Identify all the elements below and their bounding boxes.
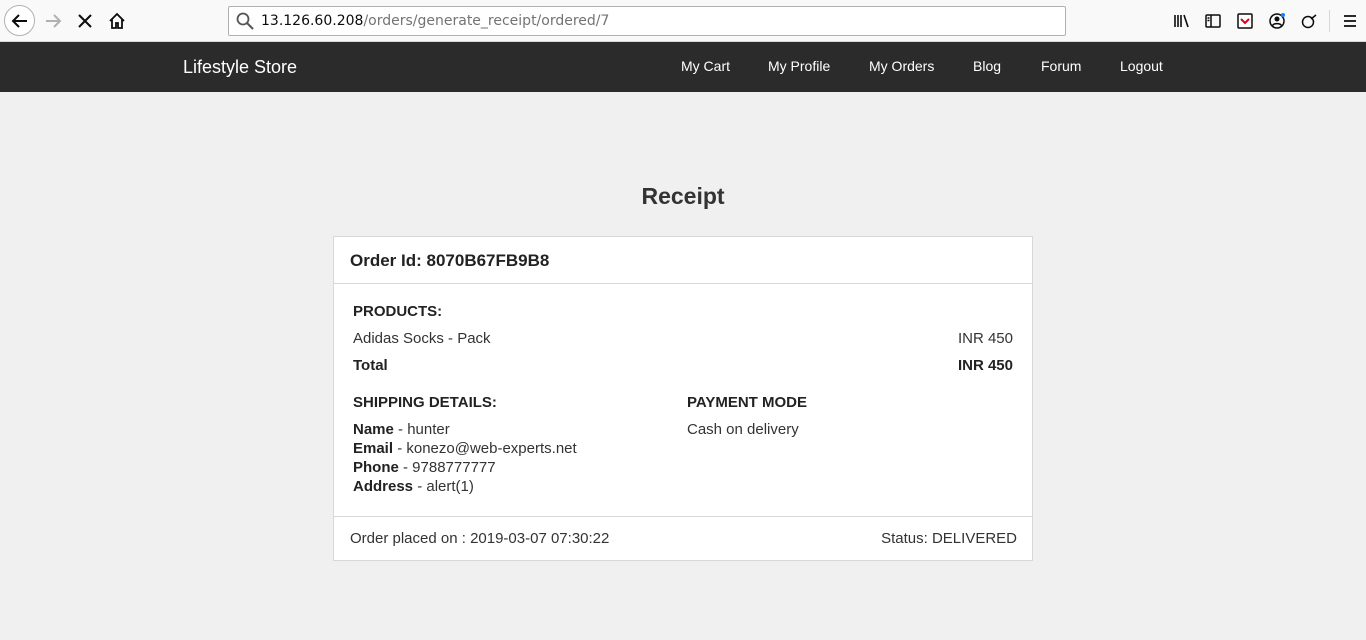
product-name: Adidas Socks - Pack (353, 330, 491, 347)
shipping-address: Address - alert(1) (353, 478, 474, 495)
payment-heading: PAYMENT MODE (687, 394, 808, 411)
total-label: Total (353, 357, 388, 374)
account-icon[interactable] (1261, 5, 1293, 37)
shipping-heading: SHIPPING DETAILS: (353, 394, 497, 411)
menu-icon[interactable] (1334, 5, 1366, 37)
url-text: 13.126.60.208/orders/generate_receipt/or… (261, 13, 609, 29)
brand-link[interactable]: Lifestyle Store (183, 57, 297, 78)
browser-toolbar: 13.126.60.208/orders/generate_receipt/or… (0, 0, 1366, 42)
arrow-left-icon (11, 13, 27, 28)
search-icon (229, 12, 261, 30)
pocket-icon[interactable] (1229, 5, 1261, 37)
total-value: INR 450 (957, 357, 1013, 374)
shipping-email-value: - konezo@web-experts.net (393, 440, 577, 457)
shipping-phone-value: - 9788777777 (398, 459, 496, 476)
url-path: /orders/generate_receipt/ordered/7 (363, 13, 610, 29)
nav-blog[interactable]: Blog (973, 58, 1001, 74)
shipping-email: Email - konezo@web-experts.net (353, 440, 577, 457)
sidebar-icon[interactable] (1197, 5, 1229, 37)
page-title: Receipt (641, 183, 725, 209)
order-placed-date: Order placed on : 2019-03-07 07:30:22 (350, 530, 610, 547)
back-button[interactable] (4, 5, 35, 36)
arrow-right-icon (46, 14, 62, 28)
receipt-header: Order Id: 8070B67FB9B8 (334, 237, 1032, 284)
shipping-address-label: Address (353, 478, 414, 495)
nav-my-orders[interactable]: My Orders (869, 58, 934, 74)
receipt-footer: Order placed on : 2019-03-07 07:30:22 St… (334, 516, 1032, 560)
library-icon[interactable] (1165, 5, 1197, 37)
shipping-name: Name - hunter (353, 421, 450, 438)
products-heading: PRODUCTS: (353, 303, 443, 320)
forward-button[interactable] (37, 5, 69, 37)
stop-button[interactable] (69, 5, 101, 37)
nav-my-profile[interactable]: My Profile (768, 58, 830, 74)
nav-my-cart[interactable]: My Cart (681, 58, 730, 74)
status-badge: Status: DELIVERED (881, 530, 1017, 547)
shipping-phone: Phone - 9788777777 (353, 459, 496, 476)
close-icon (78, 14, 92, 28)
extension-icon[interactable] (1293, 5, 1325, 37)
toolbar-icons (1165, 5, 1366, 37)
site-navbar: Lifestyle Store My Cart My Profile My Or… (0, 42, 1366, 92)
home-icon (109, 12, 125, 29)
shipping-phone-label: Phone (353, 459, 399, 476)
nav-forum[interactable]: Forum (1041, 58, 1081, 74)
shipping-name-value: - hunter (393, 421, 450, 438)
product-price: INR 450 (957, 330, 1013, 347)
shipping-address-value: - alert(1) (413, 478, 474, 495)
home-button[interactable] (101, 5, 133, 37)
toolbar-divider (1329, 10, 1330, 32)
url-host: 13.126.60.208 (261, 13, 364, 29)
shipping-email-label: Email (353, 440, 394, 457)
receipt-card: Order Id: 8070B67FB9B8 PRODUCTS: Adidas … (333, 236, 1033, 561)
url-bar[interactable]: 13.126.60.208/orders/generate_receipt/or… (228, 6, 1066, 36)
nav-logout[interactable]: Logout (1120, 58, 1163, 74)
payment-value: Cash on delivery (687, 421, 799, 438)
order-id: Order Id: 8070B67FB9B8 (350, 251, 550, 270)
shipping-name-label: Name (353, 421, 394, 438)
